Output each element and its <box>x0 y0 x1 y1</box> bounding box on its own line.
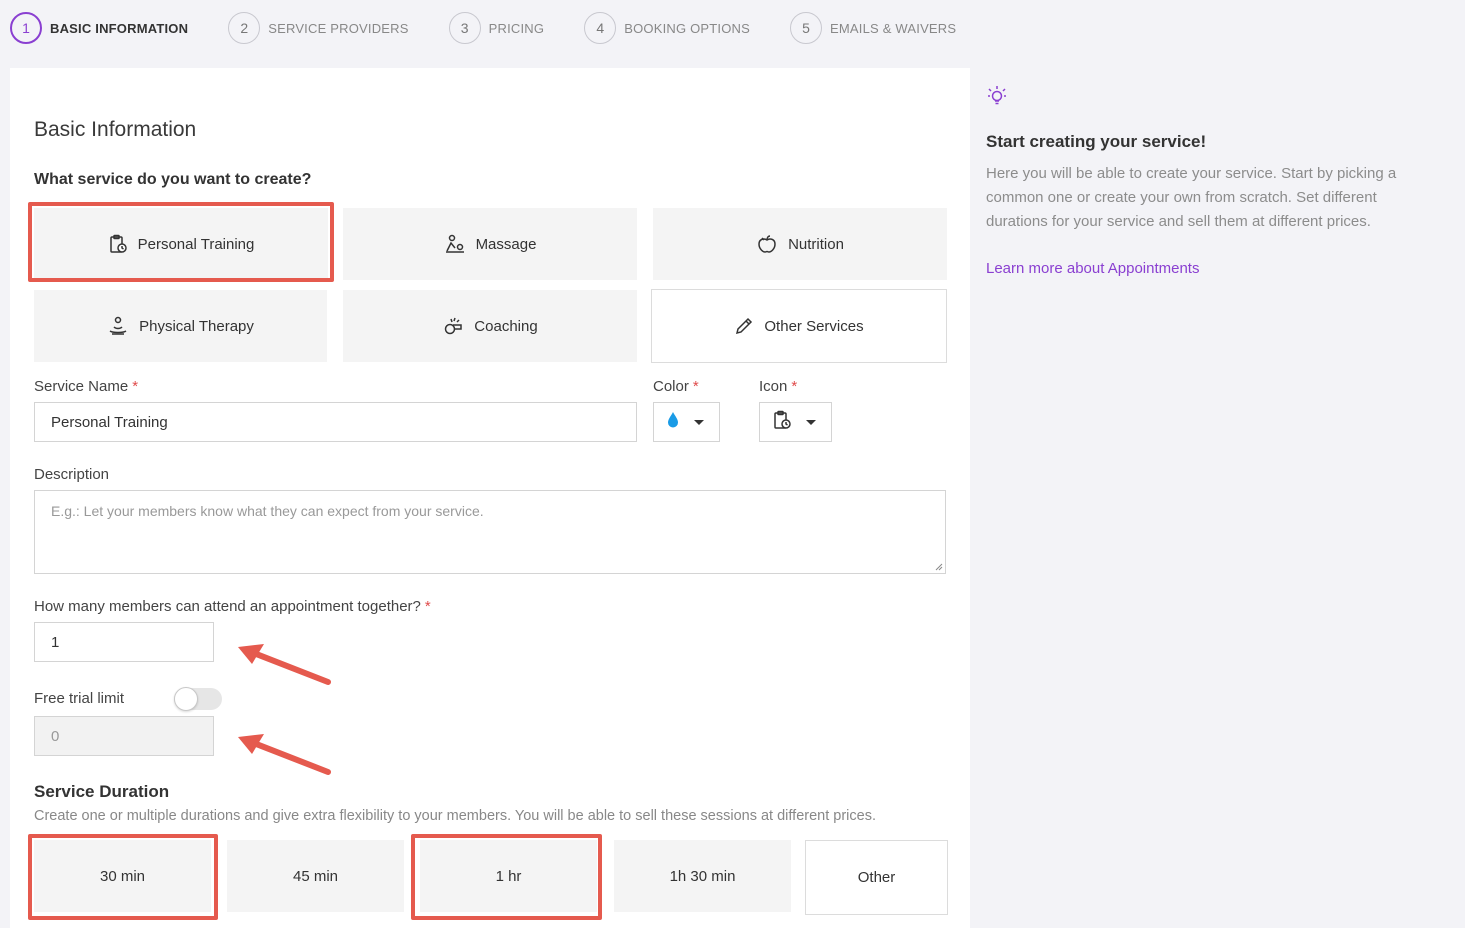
service-duration-subtitle: Create one or multiple durations and giv… <box>34 808 876 824</box>
service-tile-label: Coaching <box>474 317 538 335</box>
lightbulb-icon <box>986 84 1008 113</box>
step-label: BOOKING OPTIONS <box>624 20 751 36</box>
service-tile-label: Nutrition <box>788 235 844 253</box>
pencil-icon <box>734 316 754 336</box>
service-duration-title: Service Duration <box>34 782 170 801</box>
service-tile-massage[interactable]: Massage <box>343 208 637 280</box>
step-number: 4 <box>584 12 617 44</box>
service-tile-label: Massage <box>475 235 537 253</box>
free-trial-toggle[interactable] <box>174 687 222 711</box>
learn-more-link[interactable]: Learn more about Appointments <box>986 260 1199 277</box>
service-tile-coaching[interactable]: Coaching <box>343 290 637 362</box>
stepper: 1 BASIC INFORMATION 2 SERVICE PROVIDERS … <box>10 12 996 44</box>
duration-option-45-min[interactable]: 45 min <box>227 840 404 912</box>
clipboard-clock-icon <box>772 410 792 435</box>
duration-option-1-hr[interactable]: 1 hr <box>420 840 597 912</box>
step-number: 2 <box>228 12 261 44</box>
apple-icon <box>756 234 778 254</box>
massage-icon <box>444 234 466 254</box>
page-title: Basic Information <box>34 118 197 141</box>
description-textarea[interactable]: E.g.: Let your members know what they ca… <box>34 490 946 574</box>
service-tile-personal-training[interactable]: Personal Training <box>34 208 328 280</box>
color-dropdown[interactable] <box>653 402 720 442</box>
annotation-arrow-icon <box>238 734 331 775</box>
service-tile-label: Physical Therapy <box>139 317 254 335</box>
color-label: Color * <box>653 378 699 395</box>
clipboard-clock-icon <box>108 234 128 254</box>
step-number: 5 <box>790 12 823 44</box>
step-service-providers[interactable]: 2 SERVICE PROVIDERS <box>228 12 408 44</box>
duration-option-1h-30-min[interactable]: 1h 30 min <box>614 840 791 912</box>
icon-dropdown[interactable] <box>759 402 832 442</box>
service-tile-other-services[interactable]: Other Services <box>651 289 947 363</box>
free-trial-label: Free trial limit <box>34 690 125 707</box>
step-basic-information[interactable]: 1 BASIC INFORMATION <box>10 12 188 44</box>
step-pricing[interactable]: 3 PRICING <box>448 12 545 44</box>
step-label: BASIC INFORMATION <box>50 20 189 36</box>
service-tile-physical-therapy[interactable]: Physical Therapy <box>34 290 327 362</box>
chevron-down-icon <box>806 419 816 425</box>
icon-label: Icon * <box>759 378 798 395</box>
step-booking-options[interactable]: 4 BOOKING OPTIONS <box>584 12 750 44</box>
service-name-label: Service Name * <box>34 378 139 395</box>
duration-option-other[interactable]: Other <box>805 840 948 915</box>
toggle-knob <box>174 687 198 711</box>
step-number: 1 <box>10 12 42 44</box>
free-trial-input: 0 <box>34 716 214 756</box>
description-placeholder: E.g.: Let your members know what they ca… <box>51 503 484 519</box>
description-label: Description <box>34 466 110 483</box>
service-tile-label: Personal Training <box>137 235 255 253</box>
service-tile-nutrition[interactable]: Nutrition <box>653 208 947 280</box>
tip-text: Here you will be able to create your ser… <box>986 165 1397 230</box>
basic-information-card: Basic Information What service do you wa… <box>10 68 970 928</box>
annotation-arrow-icon <box>238 644 331 685</box>
step-emails-waivers[interactable]: 5 EMAILS & WAIVERS <box>790 12 956 44</box>
whistle-icon <box>442 316 464 336</box>
step-label: PRICING <box>488 20 545 36</box>
step-number: 3 <box>448 12 481 44</box>
water-drop-icon <box>666 411 680 434</box>
tip-title: Start creating your service! <box>986 132 1207 151</box>
service-type-question: What service do you want to create? <box>34 171 312 188</box>
step-label: EMAILS & WAIVERS <box>830 20 957 36</box>
chevron-down-icon <box>694 419 704 425</box>
step-label: SERVICE PROVIDERS <box>268 20 409 36</box>
resize-grip-icon[interactable] <box>935 563 943 571</box>
service-name-input[interactable]: Personal Training <box>34 402 637 442</box>
members-input[interactable]: 1 <box>34 622 214 662</box>
service-tile-label: Other Services <box>764 317 864 335</box>
duration-option-30-min[interactable]: 30 min <box>34 840 211 912</box>
members-label: How many members can attend an appointme… <box>34 598 431 615</box>
therapy-icon <box>107 316 129 336</box>
